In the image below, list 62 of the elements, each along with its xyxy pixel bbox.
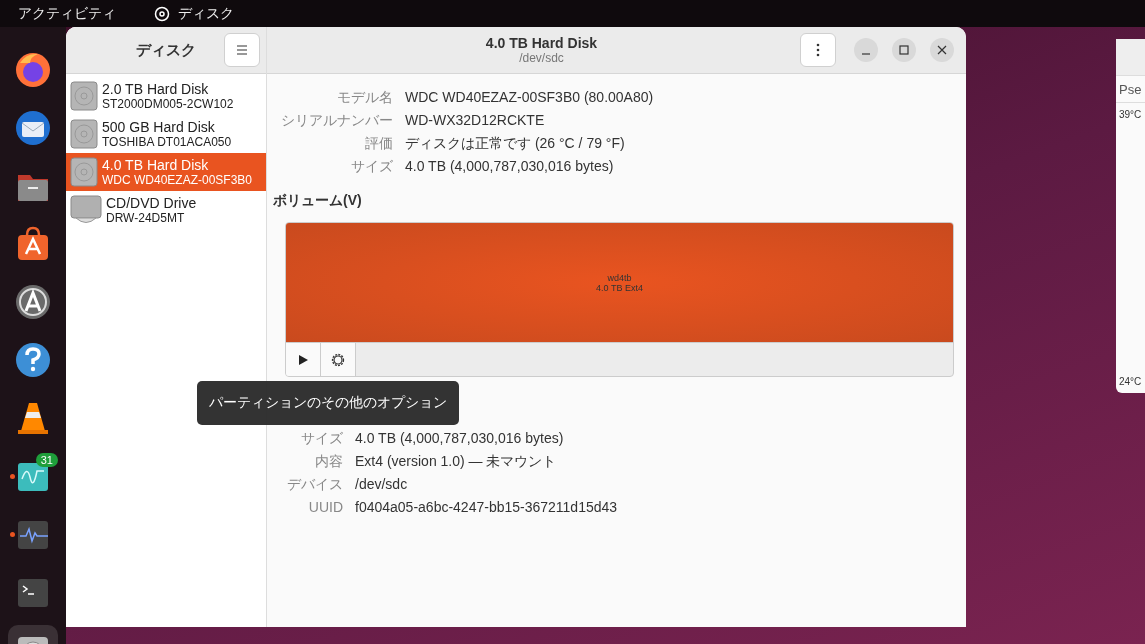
minimize-icon bbox=[861, 53, 871, 55]
tooltip: パーティションのその他のオプション bbox=[197, 381, 459, 425]
disk-model: WDC WD40EZAZ-00SF3B0 bbox=[102, 173, 253, 187]
window-subtitle: /dev/sdc bbox=[519, 51, 564, 65]
notification-badge: 31 bbox=[35, 453, 58, 467]
disk-name: 4.0 TB Hard Disk bbox=[102, 157, 210, 173]
field-value: WDC WD40EZAZ-00SF3B0 (80.00A80) bbox=[405, 88, 655, 107]
play-icon bbox=[297, 353, 309, 366]
field-value: WD-WX32D12RCKTE bbox=[405, 111, 546, 130]
help-icon bbox=[14, 341, 52, 379]
activities-button[interactable]: アクティビティ bbox=[18, 4, 116, 23]
mount-button[interactable] bbox=[286, 343, 321, 376]
field-label: 評価 bbox=[364, 134, 393, 153]
partition-name: wd4tb bbox=[607, 272, 632, 283]
axis-label: 39°C bbox=[1119, 109, 1143, 120]
updater-icon bbox=[14, 283, 52, 321]
field-label: モデル名 bbox=[336, 88, 393, 107]
running-indicator bbox=[10, 474, 15, 479]
section-heading: ボリューム(V) bbox=[273, 192, 363, 210]
more-icon bbox=[816, 43, 820, 57]
tab[interactable]: Pse bbox=[1116, 76, 1145, 103]
field-value: ディスクは正常です (26 °C / 79 °F) bbox=[405, 134, 626, 153]
minimize-button[interactable] bbox=[854, 38, 878, 62]
partition-detail: 4.0 TB Ext4 bbox=[596, 282, 643, 293]
menu-icon bbox=[236, 45, 248, 55]
field-label: シリアルナンバー bbox=[280, 111, 393, 130]
sidebar-title: ディスク bbox=[136, 40, 196, 60]
disk-list-item[interactable]: CD/DVD Drive DRW-24D5MT bbox=[66, 191, 266, 229]
dock-item[interactable]: 31 bbox=[8, 451, 58, 501]
field-value: f0404a05-a6bc-4247-bb15-367211d15d43 bbox=[355, 498, 619, 517]
partition-block[interactable]: wd4tb 4.0 TB Ext4 bbox=[286, 223, 953, 342]
disk-model: TOSHIBA DT01ACA050 bbox=[102, 135, 232, 149]
field-label: 内容 bbox=[314, 452, 343, 471]
field-value: Ext4 (version 1.0) — 未マウント bbox=[355, 452, 558, 471]
maximize-icon bbox=[899, 45, 909, 55]
partition-options-button[interactable] bbox=[321, 343, 356, 376]
disk-name: 2.0 TB Hard Disk bbox=[102, 81, 210, 97]
disk-model: ST2000DM005-2CW102 bbox=[102, 97, 234, 111]
field-label: UUID bbox=[307, 498, 343, 517]
field-label: サイズ bbox=[350, 157, 393, 176]
close-icon bbox=[937, 45, 947, 55]
axis-label: 24°C bbox=[1119, 376, 1143, 387]
disk-list-item[interactable]: 4.0 TB Hard Disk WDC WD40EZAZ-00SF3B0 bbox=[66, 153, 266, 191]
optical-drive-icon bbox=[70, 195, 102, 225]
field-value: 4.0 TB (4,000,787,030,016 bytes) bbox=[355, 429, 565, 448]
disk-icon bbox=[154, 5, 170, 22]
disk-name: 500 GB Hard Disk bbox=[102, 119, 216, 135]
window-title: 4.0 TB Hard Disk bbox=[485, 35, 598, 51]
app-menu-label[interactable]: ディスク bbox=[178, 4, 234, 23]
gear-icon bbox=[330, 351, 346, 368]
disk-list-item[interactable]: 2.0 TB Hard Disk ST2000DM005-2CW102 bbox=[66, 77, 266, 115]
disk-name: CD/DVD Drive bbox=[106, 195, 197, 211]
disk-model: DRW-24D5MT bbox=[106, 211, 186, 225]
disk-list-item[interactable]: 500 GB Hard Disk TOSHIBA DT01ACA050 bbox=[66, 115, 266, 153]
menu-button[interactable] bbox=[224, 33, 260, 67]
field-value: 4.0 TB (4,000,787,030,016 bytes) bbox=[405, 157, 615, 176]
field-label: サイズ bbox=[300, 429, 343, 448]
running-indicator bbox=[10, 532, 15, 537]
maximize-button[interactable] bbox=[892, 38, 916, 62]
field-label: デバイス bbox=[286, 475, 343, 494]
field-value: /dev/sdc bbox=[355, 475, 409, 494]
close-button[interactable] bbox=[930, 38, 954, 62]
